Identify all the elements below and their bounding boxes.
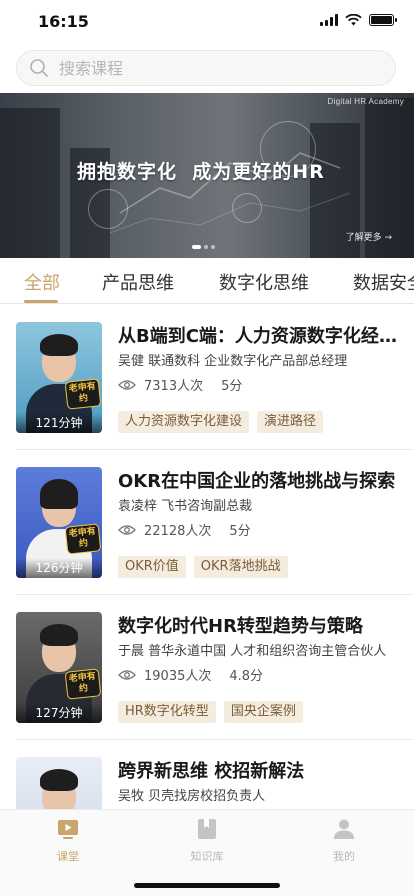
view-count: 22128人次 (144, 524, 212, 539)
banner-title: 拥抱数字化 成为更好的HR (77, 161, 325, 183)
wifi-icon (345, 14, 362, 26)
course-tag[interactable]: OKR落地挑战 (193, 556, 288, 578)
battery-icon (369, 14, 397, 26)
series-badge: 老申有约 (64, 523, 102, 555)
course-tag[interactable]: 演进路径 (257, 411, 324, 433)
thumbnail-duration: 127分钟 (16, 703, 102, 723)
search-bar[interactable] (16, 50, 396, 86)
signal-icon (320, 14, 338, 26)
tab-all[interactable]: 全部 (24, 269, 60, 295)
nav-label: 课堂 (57, 850, 79, 863)
search-input[interactable] (59, 58, 359, 78)
eye-icon (118, 669, 136, 680)
view-count: 7313人次 (144, 379, 204, 394)
tab-indicator (24, 300, 58, 303)
view-count: 19035人次 (144, 669, 212, 684)
book-icon (198, 819, 216, 839)
thumbnail-duration: 121分钟 (16, 413, 102, 433)
course-thumbnail (16, 757, 102, 809)
thumbnail-duration: 126分钟 (16, 558, 102, 578)
status-bar: 16:15 (0, 0, 414, 44)
tab-data-security[interactable]: 数据安全 (353, 269, 414, 295)
course-title: 从B端到C端：人力资源数字化经验分享 (118, 326, 402, 347)
course-speaker: 吴牧 贝壳找房校招负责人 (118, 789, 266, 804)
banner-more-link[interactable]: 了解更多 → (346, 230, 392, 243)
course-tag[interactable]: OKR价值 (118, 556, 186, 578)
nav-label: 我的 (333, 850, 355, 863)
course-card[interactable]: 老申有约 126分钟 OKR在中国企业的落地挑战与探索 袁凌梓 飞书咨询副总裁 … (0, 450, 414, 595)
course-duration: 5分 (229, 524, 251, 539)
course-tag[interactable]: HR数字化转型 (118, 701, 216, 723)
course-card[interactable]: 老申有约 121分钟 从B端到C端：人力资源数字化经验分享 吴健 联通数科 企业… (0, 305, 414, 450)
bottom-nav: 课堂 知识库 我的 (0, 809, 414, 896)
banner-carousel[interactable]: Digital HR Academy 拥抱数字化 成为更好的HR 了解更多 → (0, 93, 414, 258)
course-thumbnail: 老申有约 126分钟 (16, 467, 102, 578)
course-stats: 7313人次 5分 (118, 375, 242, 394)
search-icon (30, 59, 48, 77)
course-speaker: 吴健 联通数科 企业数字化产品部总经理 (118, 354, 348, 369)
course-stats: 22128人次 5分 (118, 520, 251, 539)
banner-brand: Digital HR Academy (327, 97, 404, 106)
course-title: 跨界新思维 校招新解法 (118, 761, 305, 782)
status-icons (320, 14, 397, 26)
course-stats: 19035人次 4.8分 (118, 665, 263, 684)
course-thumbnail: 老申有约 121分钟 (16, 322, 102, 433)
nav-profile[interactable]: 我的 (304, 818, 384, 864)
series-badge: 老申有约 (64, 378, 102, 410)
tab-product-thinking[interactable]: 产品思维 (102, 269, 174, 295)
profile-icon (334, 819, 354, 839)
course-title: OKR在中国企业的落地挑战与探索 (118, 471, 396, 492)
course-duration: 4.8分 (229, 669, 264, 684)
course-card[interactable]: 跨界新思维 校招新解法 吴牧 贝壳找房校招负责人 (0, 740, 414, 809)
pagination-dot (204, 245, 208, 249)
nav-classroom[interactable]: 课堂 (28, 818, 108, 864)
course-card[interactable]: 老申有约 127分钟 数字化时代HR转型趋势与策略 于晨 普华永道中国 人才和组… (0, 595, 414, 740)
status-time: 16:15 (38, 12, 89, 31)
course-tag[interactable]: 国央企案例 (223, 701, 303, 723)
course-tags: HR数字化转型 国央企案例 (118, 701, 303, 723)
eye-icon (118, 524, 136, 535)
course-thumbnail: 老申有约 127分钟 (16, 612, 102, 723)
course-tag[interactable]: 人力资源数字化建设 (118, 411, 250, 433)
tab-digital-thinking[interactable]: 数字化思维 (219, 269, 309, 295)
course-title: 数字化时代HR转型趋势与策略 (118, 616, 363, 637)
nav-label: 知识库 (190, 850, 224, 863)
pagination-dot (192, 245, 201, 249)
nav-knowledge-base[interactable]: 知识库 (167, 818, 247, 864)
course-duration: 5分 (221, 379, 243, 394)
banner-pagination (192, 245, 215, 249)
category-tabs: 全部 产品思维 数字化思维 数据安全 (0, 258, 414, 304)
home-indicator (134, 883, 280, 888)
eye-icon (118, 379, 136, 390)
course-tags: 人力资源数字化建设 演进路径 (118, 411, 324, 433)
course-speaker: 于晨 普华永道中国 人才和组织咨询主管合伙人 (118, 644, 387, 659)
pagination-dot (211, 245, 215, 249)
series-badge: 老申有约 (64, 668, 102, 700)
course-speaker: 袁凌梓 飞书咨询副总裁 (118, 499, 253, 514)
course-tags: OKR价值 OKR落地挑战 (118, 556, 288, 578)
classroom-icon (58, 820, 78, 839)
course-list[interactable]: 老申有约 121分钟 从B端到C端：人力资源数字化经验分享 吴健 联通数科 企业… (0, 305, 414, 809)
